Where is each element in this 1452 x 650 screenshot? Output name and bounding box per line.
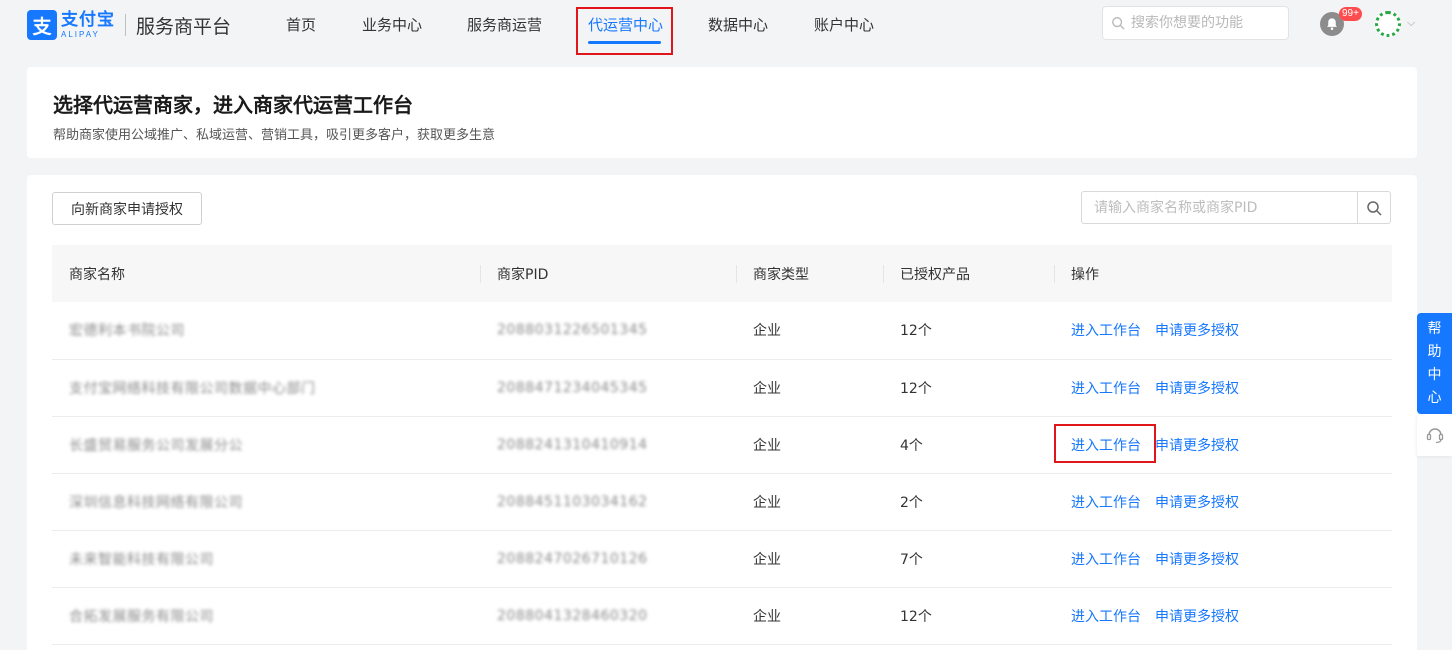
merchant-type: 企业 bbox=[736, 530, 883, 588]
merchant-pid: 2088451103034162 bbox=[497, 493, 648, 510]
enter-workbench-link[interactable]: 进入工作台 bbox=[1071, 606, 1141, 626]
table-row: 深圳信息科技网络有限公司 2088451103034162 企业 2个 进入工作… bbox=[52, 473, 1392, 531]
merchant-pid: 2088031226501345 bbox=[497, 322, 648, 339]
nav-home[interactable]: 首页 bbox=[286, 14, 316, 35]
column-merchant-type: 商家类型 bbox=[736, 245, 883, 302]
merchant-pid: 2088471234045345 bbox=[497, 379, 648, 396]
user-avatar[interactable] bbox=[1375, 11, 1401, 37]
enter-workbench-link[interactable]: 进入工作台 bbox=[1071, 492, 1141, 512]
apply-more-auth-link[interactable]: 申请更多授权 bbox=[1155, 606, 1239, 626]
column-authorized-products: 已授权产品 bbox=[883, 245, 1054, 302]
help-char: 帮 bbox=[1427, 320, 1442, 337]
authorized-products: 12个 bbox=[883, 587, 1054, 645]
merchant-pid: 2088241310410914 bbox=[497, 436, 648, 453]
apply-new-merchant-auth-button[interactable]: 向新商家申请授权 bbox=[52, 192, 202, 225]
enter-workbench-link[interactable]: 进入工作台 bbox=[1071, 378, 1141, 398]
action-highlight-box bbox=[1054, 423, 1156, 463]
alipay-logo-icon: 支 bbox=[27, 10, 57, 40]
column-merchant-pid: 商家PID bbox=[480, 245, 736, 302]
function-search-input[interactable] bbox=[1131, 15, 1281, 31]
merchant-name: 合拓发展服务有限公司 bbox=[69, 608, 214, 625]
merchant-name: 支付宝网络科技有限公司数据中心部门 bbox=[69, 380, 316, 397]
column-merchant-name: 商家名称 bbox=[52, 245, 480, 302]
highlighted-action: 进入工作台 bbox=[1054, 423, 1156, 463]
top-navbar: 支 支付宝 ALIPAY 服务商平台 首页 业务中心 服务商运营 代运营中心 数… bbox=[0, 0, 1452, 55]
merchant-pid: 2088041328460320 bbox=[497, 607, 648, 624]
merchant-name: 长盛贸易服务公司发展分公 bbox=[69, 437, 243, 454]
logo-text: 支付宝 ALIPAY bbox=[61, 9, 115, 39]
chevron-down-icon[interactable]: ⌵ bbox=[1407, 16, 1415, 30]
merchant-search-input[interactable] bbox=[1082, 192, 1357, 223]
merchant-type: 企业 bbox=[736, 416, 883, 474]
search-icon bbox=[1367, 200, 1382, 216]
nav-account-center[interactable]: 账户中心 bbox=[814, 14, 874, 35]
alipay-logo[interactable]: 支 支付宝 ALIPAY 服务商平台 bbox=[27, 10, 231, 40]
help-center-tab[interactable]: 帮 助 中 心 bbox=[1417, 313, 1452, 414]
help-char: 中 bbox=[1427, 366, 1442, 383]
enter-workbench-link[interactable]: 进入工作台 bbox=[1071, 549, 1141, 569]
authorized-products: 2个 bbox=[883, 473, 1054, 531]
logo-divider bbox=[125, 14, 126, 36]
nav-data-center[interactable]: 数据中心 bbox=[708, 14, 768, 35]
apply-more-auth-link[interactable]: 申请更多授权 bbox=[1155, 549, 1239, 569]
merchant-type: 企业 bbox=[736, 473, 883, 531]
logo-cn: 支付宝 bbox=[61, 9, 115, 30]
table-row: 长盛贸易服务公司发展分公 2088241310410914 企业 4个 进入工作… bbox=[52, 416, 1392, 474]
platform-name: 服务商平台 bbox=[136, 15, 232, 38]
authorized-products: 12个 bbox=[883, 302, 1054, 360]
search-icon bbox=[1112, 17, 1125, 30]
help-char: 助 bbox=[1427, 343, 1442, 360]
merchant-list-card: 向新商家申请授权 商家名称 商家PID 商家类型 已授权产品 操作 宏德利本书院… bbox=[27, 175, 1417, 650]
table-row: 未来智能科技有限公司 2088247026710126 企业 7个 进入工作台申… bbox=[52, 530, 1392, 588]
customer-service-icon[interactable] bbox=[1417, 414, 1452, 456]
apply-more-auth-link[interactable]: 申请更多授权 bbox=[1155, 492, 1239, 512]
page-title: 选择代运营商家，进入商家代运营工作台 bbox=[53, 93, 413, 117]
nav-provider-operations[interactable]: 服务商运营 bbox=[467, 14, 542, 35]
merchant-name: 未来智能科技有限公司 bbox=[69, 551, 214, 568]
table-row: 支付宝网络科技有限公司数据中心部门 2088471234045345 企业 12… bbox=[52, 359, 1392, 417]
table-header-row: 商家名称 商家PID 商家类型 已授权产品 操作 bbox=[52, 245, 1392, 302]
merchant-name: 深圳信息科技网络有限公司 bbox=[69, 494, 243, 511]
notification-badge: 99+ bbox=[1339, 7, 1362, 21]
page-subtitle: 帮助商家使用公域推广、私域运营、营销工具，吸引更多客户，获取更多生意 bbox=[53, 128, 496, 143]
nav-business-center[interactable]: 业务中心 bbox=[362, 14, 422, 35]
table-row: 合拓发展服务有限公司 2088041328460320 企业 12个 进入工作台… bbox=[52, 587, 1392, 645]
merchant-pid: 2088247026710126 bbox=[497, 550, 648, 567]
merchant-type: 企业 bbox=[736, 359, 883, 417]
apply-more-auth-link[interactable]: 申请更多授权 bbox=[1155, 320, 1239, 340]
page-header-card: 选择代运营商家，进入商家代运营工作台 帮助商家使用公域推广、私域运营、营销工具，… bbox=[27, 67, 1417, 158]
nav-highlight-box bbox=[576, 7, 673, 55]
logo-en: ALIPAY bbox=[61, 29, 100, 39]
merchant-table: 商家名称 商家PID 商家类型 已授权产品 操作 宏德利本书院公司 208803… bbox=[52, 245, 1392, 645]
table-row: 宏德利本书院公司 2088031226501345 企业 12个 进入工作台 申请… bbox=[52, 302, 1392, 360]
authorized-products: 4个 bbox=[883, 416, 1054, 474]
authorized-products: 7个 bbox=[883, 530, 1054, 588]
merchant-name: 宏德利本书院公司 bbox=[69, 323, 185, 340]
column-actions: 操作 bbox=[1054, 245, 1392, 302]
merchant-search-button[interactable] bbox=[1357, 192, 1390, 223]
enter-workbench-link[interactable]: 进入工作台 bbox=[1071, 320, 1141, 340]
merchant-type: 企业 bbox=[736, 587, 883, 645]
merchant-type: 企业 bbox=[736, 302, 883, 360]
apply-more-auth-link[interactable]: 申请更多授权 bbox=[1155, 378, 1239, 398]
merchant-search-box[interactable] bbox=[1081, 191, 1391, 224]
apply-more-auth-link[interactable]: 申请更多授权 bbox=[1155, 435, 1239, 455]
function-search-box[interactable] bbox=[1102, 6, 1289, 40]
authorized-products: 12个 bbox=[883, 359, 1054, 417]
help-char: 心 bbox=[1427, 389, 1442, 406]
